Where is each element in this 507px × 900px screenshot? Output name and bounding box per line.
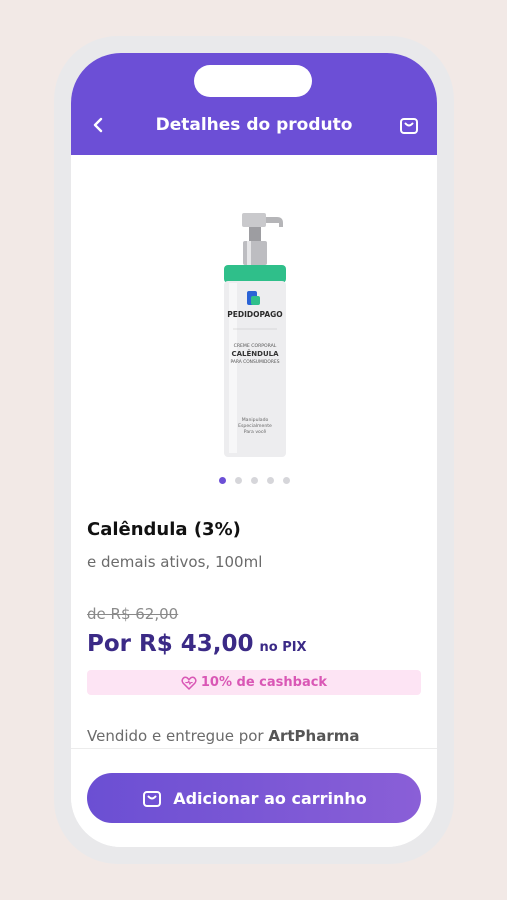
old-price: de R$ 62,00 <box>87 605 179 623</box>
carousel-dot[interactable] <box>218 477 226 484</box>
seller-name[interactable]: ArtPharma <box>268 727 359 745</box>
label-line-5: Especialmente <box>238 423 272 429</box>
label-line-3: PARA CONSUMIDORES <box>231 359 280 365</box>
add-to-cart-label: Adicionar ao carrinho <box>173 788 367 808</box>
label-line-6: Para você <box>244 428 267 435</box>
carousel-dot[interactable] <box>282 477 290 484</box>
carousel-dot[interactable] <box>234 477 242 484</box>
cashback-badge: 10% de cashback <box>87 670 421 695</box>
phone-frame: Detalhes do produto PEDIDOPAGO CREME COR… <box>54 36 454 864</box>
cashback-text: 10% de cashback <box>200 675 328 690</box>
current-price: Por R$ 43,00 <box>87 631 254 657</box>
add-to-cart-button[interactable]: Adicionar ao carrinho <box>87 773 421 823</box>
price-suffix: no PIX <box>259 640 307 655</box>
label-line-1: CREME CORPORAL <box>234 343 277 349</box>
price-row: Por R$ 43,00 no PIX <box>87 631 307 657</box>
cart-button[interactable] <box>397 113 421 137</box>
image-carousel-dots <box>71 477 437 484</box>
seller-info: Vendido e entregue por ArtPharma <box>87 727 359 745</box>
seller-prefix: Vendido e entregue por <box>87 727 264 745</box>
bottom-action-bar: Adicionar ao carrinho <box>71 748 437 847</box>
page-title: Detalhes do produto <box>155 115 353 135</box>
chevron-left-icon <box>93 117 103 133</box>
product-image[interactable]: PEDIDOPAGO CREME CORPORAL CALÊNDULA PARA… <box>199 211 309 461</box>
label-line-2: CALÊNDULA <box>231 349 279 358</box>
shopping-bag-icon <box>400 118 418 134</box>
phone-screen: Detalhes do produto PEDIDOPAGO CREME COR… <box>71 53 437 847</box>
label-line-4: Manipulado <box>242 417 269 423</box>
product-name: Calêndula (3%) <box>87 519 241 540</box>
product-subtitle: e demais ativos, 100ml <box>87 553 263 571</box>
heart-icon <box>181 676 197 690</box>
app-header: Detalhes do produto <box>71 53 437 155</box>
shopping-bag-icon <box>143 791 162 807</box>
brand-label: PEDIDOPAGO <box>227 310 282 319</box>
phone-notch <box>194 65 312 97</box>
carousel-dot[interactable] <box>266 477 274 484</box>
back-button[interactable] <box>87 113 111 137</box>
carousel-dot[interactable] <box>250 477 258 484</box>
